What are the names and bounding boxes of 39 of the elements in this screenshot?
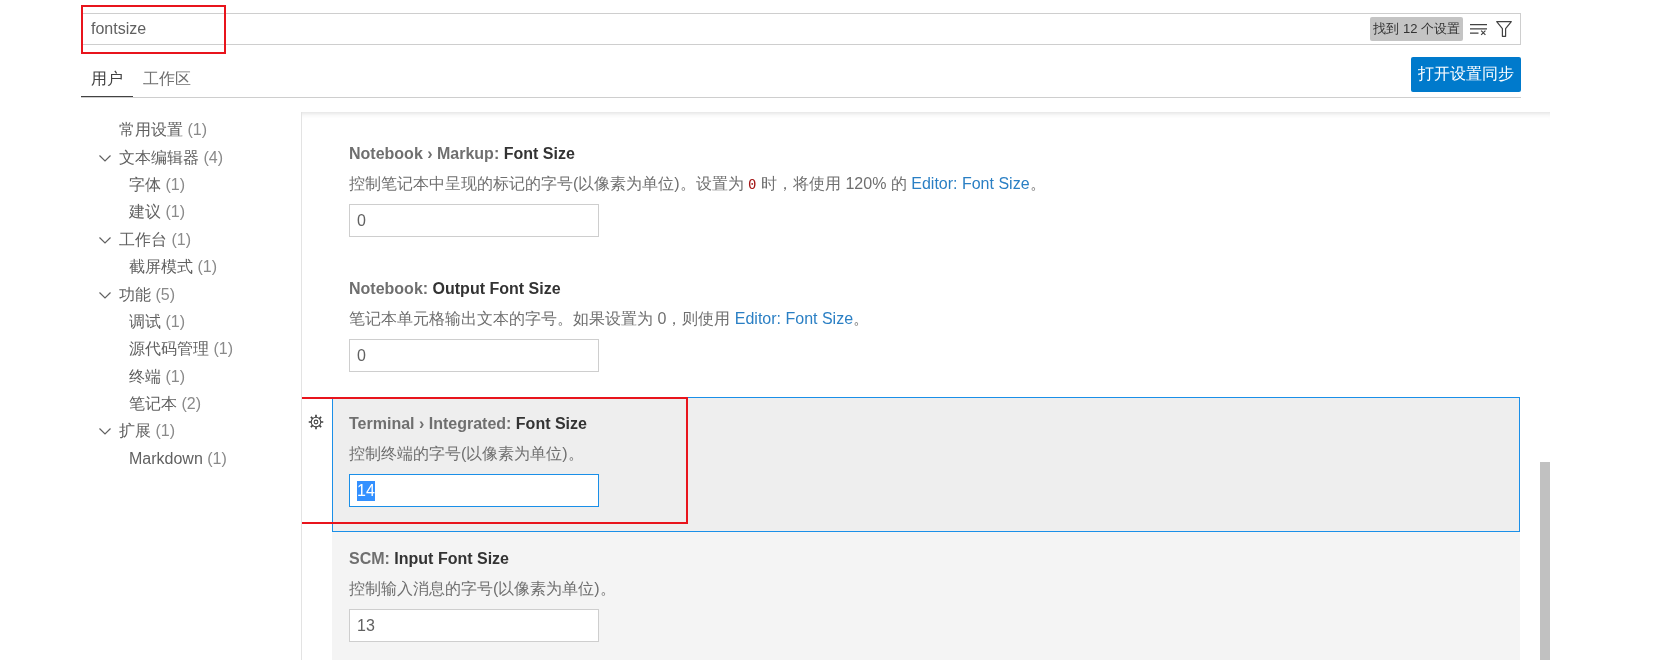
- search-field[interactable]: fontsize 找到 12 个设置: [81, 13, 1521, 45]
- tree-item[interactable]: 调试 (1): [97, 308, 185, 337]
- setting-title: SCM: Input Font Size: [349, 549, 509, 569]
- setting-title: Notebook › Markup: Font Size: [349, 144, 575, 164]
- tree-item[interactable]: 文本编辑器 (4): [97, 144, 223, 172]
- tree-item[interactable]: 功能 (5): [97, 281, 175, 309]
- tree-item[interactable]: 扩展 (1): [97, 418, 175, 446]
- number-input[interactable]: 13: [349, 609, 599, 642]
- setting-description: 控制输入消息的字号(以像素为单位)。: [349, 579, 616, 599]
- number-input[interactable]: 0: [349, 339, 599, 372]
- tree-item[interactable]: 字体 (1): [97, 171, 185, 200]
- setting-description: 控制终端的字号(以像素为单位)。: [349, 444, 584, 464]
- tree-item[interactable]: 笔记本 (2): [97, 390, 201, 419]
- setting-link[interactable]: Editor: Font Size: [734, 310, 854, 327]
- chevron-down-icon[interactable]: [99, 154, 111, 162]
- setting-title: Terminal › Integrated: Font Size: [349, 414, 587, 434]
- tree-item[interactable]: Markdown (1): [97, 445, 227, 474]
- chevron-down-icon[interactable]: [99, 236, 111, 244]
- setting-description: 笔记本单元格输出文本的字号。如果设置为 0，则使用 Editor: Font Size。: [349, 309, 870, 329]
- tab[interactable]: 工作区: [133, 61, 201, 97]
- clear-list-icon[interactable]: [1470, 22, 1487, 36]
- tree-item[interactable]: 常用设置 (1): [97, 117, 207, 145]
- gear-icon[interactable]: [308, 414, 324, 430]
- number-input[interactable]: 0: [349, 204, 599, 237]
- scrollbar-thumb[interactable]: [1540, 462, 1550, 660]
- setting-title: Notebook: Output Font Size: [349, 279, 561, 299]
- tree-item[interactable]: 终端 (1): [97, 363, 185, 391]
- tree-item[interactable]: 工作台 (1): [97, 226, 191, 254]
- tree-item[interactable]: 源代码管理 (1): [97, 336, 233, 364]
- setting-description: 控制笔记本中呈现的标记的字号(以像素为单位)。设置为 0 时，将使用 120% 的 Editor: Font Size。: [349, 174, 1046, 194]
- filter-icon[interactable]: [1496, 21, 1512, 37]
- tree-item[interactable]: 建议 (1): [97, 199, 185, 227]
- tab[interactable]: 用户: [81, 61, 133, 97]
- chevron-down-icon[interactable]: [99, 428, 111, 436]
- tree-item[interactable]: 截屏模式 (1): [97, 253, 217, 282]
- result-count-badge: 找到 12 个设置: [1370, 17, 1463, 41]
- sync-settings-button[interactable]: 打开设置同步: [1411, 57, 1521, 92]
- setting-link[interactable]: Editor: Font Size: [911, 175, 1030, 192]
- chevron-down-icon[interactable]: [99, 291, 111, 299]
